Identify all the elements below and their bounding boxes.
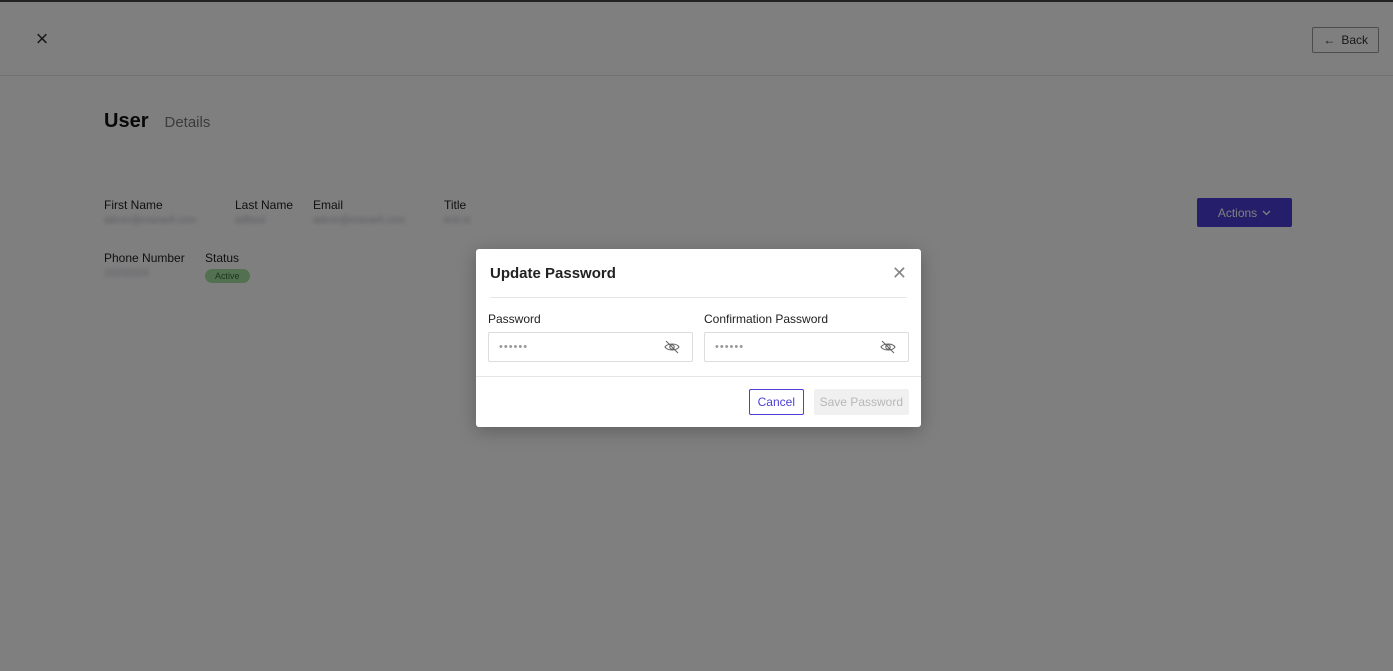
confirm-password-value: •••••• [715,341,745,353]
password-group: Password •••••• [488,312,693,362]
password-value: •••••• [499,341,529,353]
dialog-title: Update Password [490,264,616,282]
dialog-header: Update Password ✕ [490,249,907,298]
eye-off-icon[interactable] [880,340,896,354]
save-password-button[interactable]: Save Password [813,389,909,415]
confirm-password-label: Confirmation Password [704,312,829,326]
dialog-footer: Cancel Save Password [476,376,921,427]
update-password-dialog: Update Password ✕ Password •••••• Confir… [476,249,921,427]
cancel-button[interactable]: Cancel [748,389,804,415]
close-icon[interactable]: ✕ [892,264,907,282]
confirm-password-input[interactable]: •••••• [704,332,909,362]
eye-off-icon[interactable] [664,340,680,354]
password-label: Password [488,312,541,326]
confirm-password-group: Confirmation Password •••••• [704,312,909,362]
password-input[interactable]: •••••• [488,332,693,362]
